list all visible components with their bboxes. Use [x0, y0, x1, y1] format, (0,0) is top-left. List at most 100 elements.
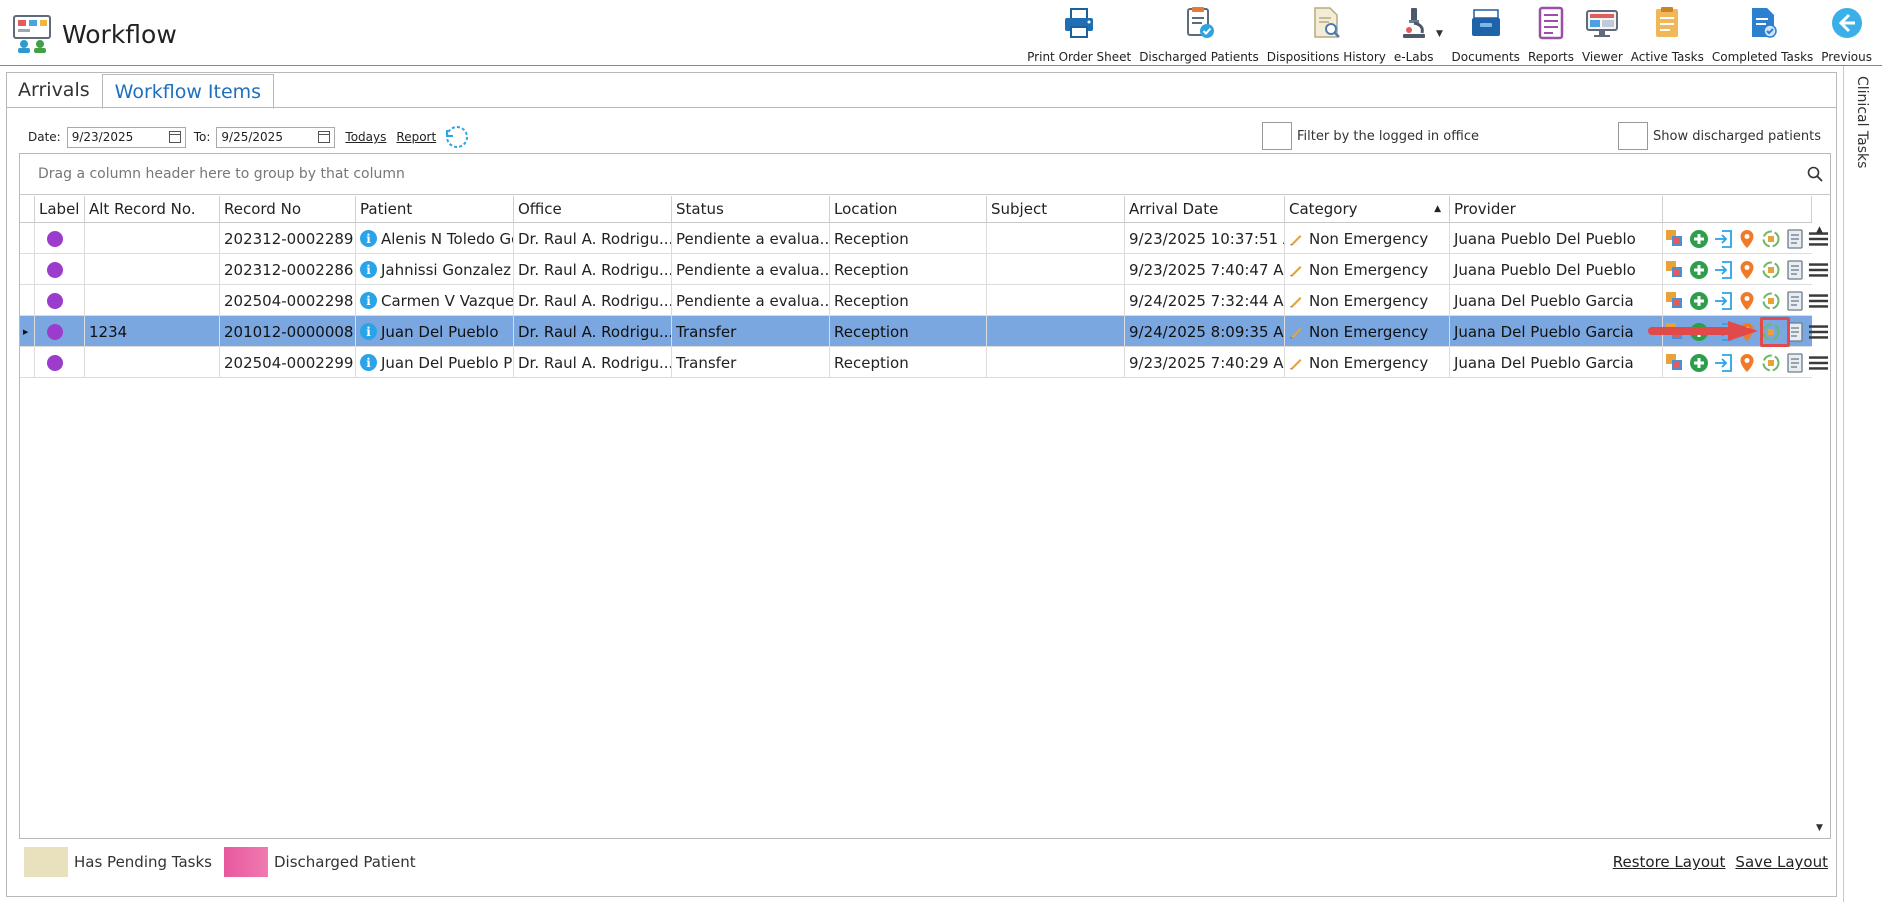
document-icon[interactable] — [1784, 290, 1805, 311]
dispositions-history-button[interactable]: Dispositions History — [1263, 4, 1390, 64]
refresh-task-icon[interactable] — [1760, 228, 1781, 249]
info-icon[interactable]: i — [360, 230, 377, 247]
filter-office-checkbox[interactable] — [1262, 122, 1292, 150]
cell-office: Dr. Raul A. Rodrigu... — [514, 347, 672, 378]
column-header-location[interactable]: Location — [830, 196, 987, 223]
check-in-icon[interactable] — [1712, 259, 1733, 280]
location-pin-icon[interactable] — [1736, 352, 1757, 373]
scroll-down-arrow-icon[interactable]: ▼ — [1816, 823, 1823, 833]
table-row[interactable]: 202504-0002298 i Carmen V Vazquez Dr. Raul … — [20, 285, 1829, 316]
location-pin-icon[interactable] — [1736, 259, 1757, 280]
transfer-icon[interactable] — [1664, 259, 1685, 280]
e-labs-dropdown-arrow[interactable]: ▼ — [1434, 4, 1446, 64]
tab-workflow-items[interactable]: Workflow Items — [101, 74, 275, 109]
cell-office-text: Dr. Raul A. Rodrigu... — [518, 260, 672, 279]
cell-record-no-text: 202504-0002299 — [224, 353, 354, 372]
documents-label: Documents — [1451, 50, 1520, 64]
cell-location: Reception — [830, 285, 987, 316]
document-icon[interactable] — [1784, 352, 1805, 373]
row-indicator-cell[interactable]: ▶ — [20, 316, 35, 347]
app-header: Workflow Print Order Sheet Discharged Pa… — [0, 0, 1882, 66]
previous-label: Previous — [1821, 50, 1872, 64]
transfer-icon[interactable] — [1664, 290, 1685, 311]
add-icon[interactable] — [1688, 259, 1709, 280]
reports-icon — [1538, 6, 1564, 40]
row-indicator-cell[interactable] — [20, 254, 35, 285]
cell-alt-record — [85, 285, 220, 316]
date-from-input[interactable]: 9/23/2025 — [66, 126, 186, 148]
documents-button[interactable]: Documents — [1448, 4, 1524, 64]
restore-layout-link[interactable]: Restore Layout — [1613, 853, 1726, 871]
date-to-value: 9/25/2025 — [221, 130, 283, 144]
search-icon[interactable] — [1807, 166, 1823, 182]
refresh-task-icon[interactable] — [1760, 290, 1781, 311]
column-header-patient[interactable]: Patient — [356, 196, 514, 223]
add-icon[interactable] — [1688, 290, 1709, 311]
info-icon[interactable]: i — [360, 354, 377, 371]
previous-button[interactable]: Previous — [1817, 4, 1876, 64]
location-pin-icon[interactable] — [1736, 290, 1757, 311]
column-header-alt-record[interactable]: Alt Record No. — [85, 196, 220, 223]
cell-location: Reception — [830, 254, 987, 285]
show-discharged-checkbox[interactable] — [1618, 122, 1648, 150]
e-labs-button[interactable]: e-Labs — [1390, 4, 1438, 64]
completed-tasks-button[interactable]: Completed Tasks — [1708, 4, 1817, 64]
refresh-task-icon[interactable] — [1760, 352, 1781, 373]
table-row[interactable]: 202504-0002299 i Juan Del Pueblo Pu Dr. Rau… — [20, 347, 1829, 378]
calendar-icon[interactable] — [168, 131, 181, 143]
column-header-category[interactable]: Category ▲ — [1285, 196, 1450, 223]
info-icon[interactable]: i — [360, 292, 377, 309]
viewer-button[interactable]: Viewer — [1578, 4, 1627, 64]
refresh-task-icon[interactable] — [1760, 259, 1781, 280]
column-header-status[interactable]: Status — [672, 196, 830, 223]
clinical-tasks-panel[interactable]: Clinical Tasks — [1843, 66, 1882, 902]
column-header-label[interactable]: Label — [35, 196, 85, 223]
main-toolbar: Print Order Sheet Discharged Patients Di… — [1023, 4, 1876, 64]
discharged-patients-button[interactable]: Discharged Patients — [1135, 4, 1263, 64]
annotation-arrow — [1648, 321, 1758, 341]
calendar-icon[interactable] — [318, 131, 331, 143]
grid-vertical-scrollbar[interactable]: ▲ ▼ — [1812, 223, 1830, 838]
cell-office-text: Dr. Raul A. Rodrigu... — [518, 353, 672, 372]
row-indicator-cell[interactable] — [20, 223, 35, 254]
column-header-record-no[interactable]: Record No — [220, 196, 356, 223]
cell-patient-text: Juan Del Pueblo Pu — [381, 353, 514, 372]
row-indicator-cell[interactable] — [20, 285, 35, 316]
cell-category-text: Non Emergency — [1309, 260, 1429, 279]
document-icon[interactable] — [1784, 259, 1805, 280]
report-link[interactable]: Report — [396, 130, 436, 144]
column-header-category-label: Category — [1289, 200, 1358, 218]
column-header-provider[interactable]: Provider — [1450, 196, 1663, 223]
tab-arrivals[interactable]: Arrivals — [6, 72, 102, 108]
info-icon[interactable]: i — [360, 323, 377, 340]
refresh-icon[interactable] — [444, 124, 470, 150]
column-header-arrival-date[interactable]: Arrival Date — [1125, 196, 1285, 223]
tab-bar: Arrivals Workflow Items — [6, 72, 275, 109]
active-tasks-button[interactable]: Active Tasks — [1627, 4, 1708, 64]
info-icon[interactable]: i — [360, 261, 377, 278]
print-order-sheet-button[interactable]: Print Order Sheet — [1023, 4, 1135, 64]
location-pin-icon[interactable] — [1736, 228, 1757, 249]
transfer-icon[interactable] — [1664, 228, 1685, 249]
table-row[interactable]: 202312-0002286 i Jahnissi Gonzalez (Dr. Ra… — [20, 254, 1829, 285]
add-icon[interactable] — [1688, 228, 1709, 249]
date-to-input[interactable]: 9/25/2025 — [216, 126, 336, 148]
scroll-up-arrow-icon[interactable]: ▲ — [1816, 225, 1823, 235]
column-header-office[interactable]: Office — [514, 196, 672, 223]
document-icon[interactable] — [1784, 228, 1805, 249]
check-in-icon[interactable] — [1712, 290, 1733, 311]
column-header-subject[interactable]: Subject — [987, 196, 1125, 223]
save-layout-link[interactable]: Save Layout — [1735, 853, 1828, 871]
reports-button[interactable]: Reports — [1524, 4, 1578, 64]
table-row[interactable]: 202312-0002289 i Alenis N Toledo Go Dr. Rau… — [20, 223, 1829, 254]
transfer-icon[interactable] — [1664, 352, 1685, 373]
add-icon[interactable] — [1688, 352, 1709, 373]
check-in-icon[interactable] — [1712, 352, 1733, 373]
check-in-icon[interactable] — [1712, 228, 1733, 249]
todays-link[interactable]: Todays — [345, 130, 386, 144]
group-by-panel[interactable]: Drag a column header here to group by th… — [19, 153, 1831, 195]
cell-location: Reception — [830, 347, 987, 378]
row-indicator-cell[interactable] — [20, 347, 35, 378]
cell-provider: Juana Del Pueblo Garcia — [1450, 316, 1663, 347]
table-row[interactable]: ▶ 1234 201012-0000008 i Juan Del Pueblo Dr. R… — [20, 316, 1829, 347]
